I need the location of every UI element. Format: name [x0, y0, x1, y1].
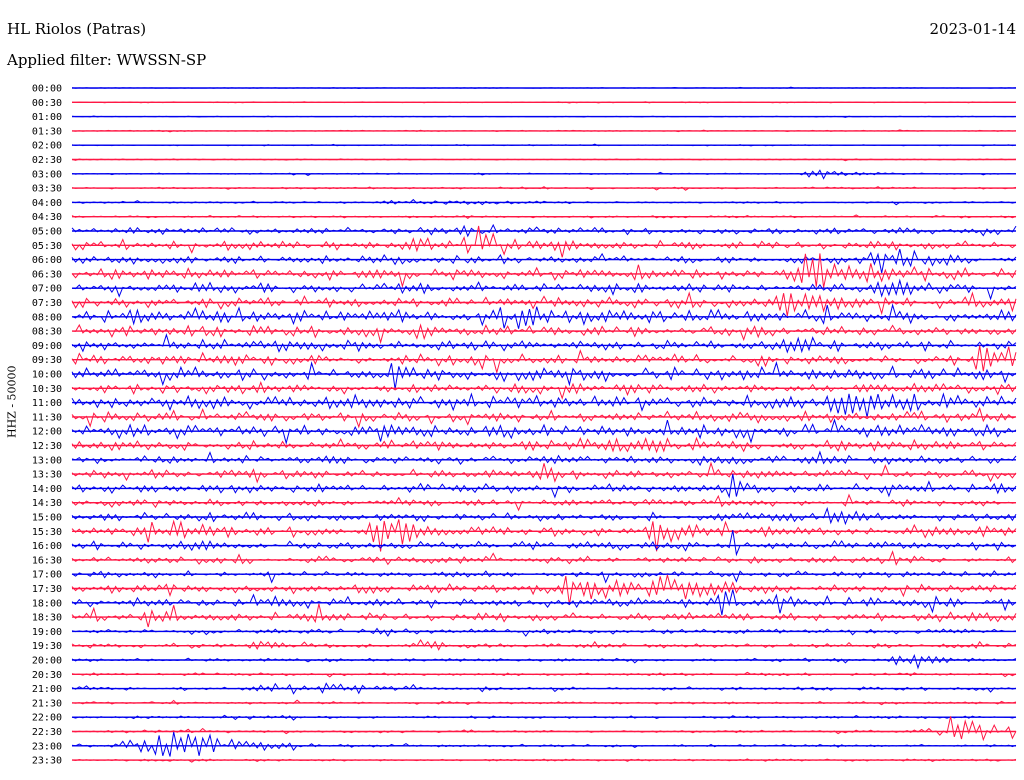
time-tick-label: 13:00: [32, 455, 62, 466]
seismic-trace: [71, 381, 1017, 400]
time-tick-label: 12:30: [32, 441, 62, 452]
seismic-trace: [71, 574, 1017, 605]
time-tick-label: 09:00: [32, 341, 62, 352]
time-tick-label: 14:30: [32, 498, 62, 509]
time-tick-label: 04:00: [32, 198, 62, 209]
time-tick-label: 21:30: [32, 698, 62, 709]
seismic-trace: [71, 291, 1017, 317]
time-tick-label: 23:00: [32, 741, 62, 752]
time-tick-label: 16:00: [32, 541, 62, 552]
time-tick-label: 13:30: [32, 470, 62, 481]
time-tick-label: 01:00: [32, 112, 62, 123]
time-tick-label: 10:00: [32, 370, 62, 381]
time-tick-label: 20:00: [32, 656, 62, 667]
time-tick-label: 16:30: [32, 555, 62, 566]
time-tick-label: 05:00: [32, 227, 62, 238]
seismic-trace: [71, 530, 1017, 557]
seismic-trace: [71, 570, 1017, 584]
time-tick-label: 03:30: [32, 184, 62, 195]
time-tick-label: 04:30: [32, 212, 62, 223]
time-tick-label: 17:00: [32, 570, 62, 581]
time-tick-label: 07:30: [32, 298, 62, 309]
time-tick-label: 09:30: [32, 355, 62, 366]
time-tick-label: 21:00: [32, 684, 62, 695]
time-tick-label: 18:00: [32, 598, 62, 609]
time-tick-label: 20:30: [32, 670, 62, 681]
time-tick-label: 23:30: [32, 756, 62, 767]
time-tick-label: 18:30: [32, 613, 62, 624]
helicorder-plot: 00:00 00:30 01:00 01:30 02:00 02:30 03:00 03:30…: [32, 84, 1017, 767]
seismic-trace: [71, 450, 1017, 467]
time-tick-label: 00:30: [32, 98, 62, 109]
time-tick-label: 08:30: [32, 327, 62, 338]
seismic-trace: [71, 627, 1017, 637]
time-tick-label: 02:30: [32, 155, 62, 166]
seismic-trace: [71, 639, 1017, 651]
seismic-trace: [71, 333, 1017, 354]
seismic-trace: [71, 473, 1017, 499]
time-tick-label: 15:00: [32, 513, 62, 524]
time-tick-label: 06:00: [32, 255, 62, 266]
time-tick-label: 22:30: [32, 727, 62, 738]
time-tick-label: 19:00: [32, 627, 62, 638]
time-tick-label: 11:00: [32, 398, 62, 409]
seismic-trace: [71, 361, 1017, 390]
seismic-trace: [71, 248, 1017, 274]
seismic-trace: [71, 392, 1017, 418]
seismic-trace: [71, 506, 1017, 526]
seismic-trace: [71, 716, 1017, 742]
time-tick-label: 02:00: [32, 141, 62, 152]
seismic-trace: [71, 603, 1017, 628]
seismic-trace: [71, 550, 1017, 566]
time-tick-label: 07:00: [32, 284, 62, 295]
seismic-trace: [71, 653, 1017, 670]
seismic-trace: [71, 731, 1017, 757]
time-tick-label: 12:00: [32, 427, 62, 438]
time-tick-label: 03:00: [32, 169, 62, 180]
time-tick-label: 10:30: [32, 384, 62, 395]
time-tick-label: 01:30: [32, 126, 62, 137]
time-tick-label: 11:30: [32, 412, 62, 423]
seismic-trace: [71, 461, 1017, 484]
time-tick-label: 14:00: [32, 484, 62, 495]
time-tick-label: 06:30: [32, 269, 62, 280]
seismic-trace: [71, 323, 1017, 345]
time-tick-label: 19:30: [32, 641, 62, 652]
time-tick-label: 08:00: [32, 312, 62, 323]
time-tick-label: 05:30: [32, 241, 62, 252]
time-tick-label: 00:00: [32, 84, 62, 95]
time-tick-label: 15:30: [32, 527, 62, 538]
time-tick-label: 17:30: [32, 584, 62, 595]
time-tick-label: 22:00: [32, 713, 62, 724]
